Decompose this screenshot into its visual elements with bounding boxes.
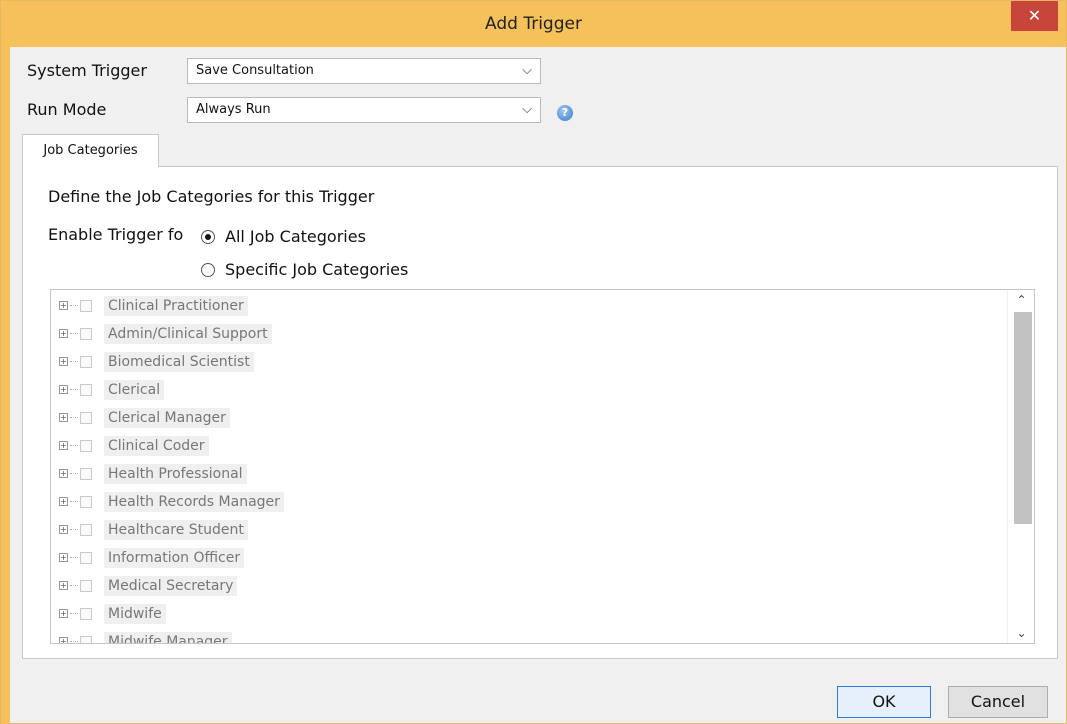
scroll-thumb[interactable] — [1014, 312, 1032, 524]
plus-expander-icon[interactable]: + — [59, 301, 68, 310]
radio-specific-label: Specific Job Categories — [225, 260, 409, 279]
add-trigger-dialog: Add Trigger ✕ System Trigger Save Consul… — [0, 0, 1067, 724]
tree-connector — [70, 557, 78, 558]
scroll-up-icon[interactable]: ⌃ — [1008, 290, 1034, 310]
tree-item-checkbox[interactable] — [80, 635, 92, 643]
tree-item-label: Clinical Coder — [104, 435, 209, 456]
tree-item-label: Medical Secretary — [104, 575, 238, 596]
tree-item[interactable]: + Biomedical Scientist — [51, 348, 254, 375]
radio-button[interactable] — [201, 229, 215, 244]
job-categories-panel: Define the Job Categories for this Trigg… — [22, 166, 1058, 659]
tree-connector — [70, 445, 78, 446]
tree-item-checkbox[interactable] — [80, 523, 92, 536]
tab-job-categories[interactable]: Job Categories — [22, 134, 159, 167]
close-button[interactable]: ✕ — [1011, 1, 1058, 31]
tree-item-label: Clinical Practitioner — [104, 295, 248, 316]
plus-expander-icon[interactable]: + — [59, 329, 68, 338]
enable-trigger-label: Enable Trigger fo — [48, 225, 184, 244]
tree-connector — [70, 501, 78, 502]
tree-connector — [70, 333, 78, 334]
tree-item[interactable]: + Health Professional — [51, 460, 247, 487]
tree-item-checkbox[interactable] — [80, 439, 92, 452]
system-trigger-value: Save Consultation — [196, 63, 314, 78]
plus-expander-icon[interactable]: + — [59, 553, 68, 562]
tree-connector — [70, 641, 78, 642]
tree-item-checkbox[interactable] — [80, 467, 92, 480]
tree-connector — [70, 389, 78, 390]
tree-item[interactable]: + Clerical — [51, 376, 165, 403]
tree-item[interactable]: + Healthcare Student — [51, 516, 248, 543]
tree-item-label: Information Officer — [104, 547, 245, 568]
tree-item[interactable]: + Information Officer — [51, 544, 245, 571]
tree-item-label: Biomedical Scientist — [104, 351, 254, 372]
chevron-down-icon: ⌵ — [522, 63, 532, 78]
plus-expander-icon[interactable]: + — [59, 609, 68, 618]
tree-item[interactable]: + Medical Secretary — [51, 572, 238, 599]
tree-connector — [70, 417, 78, 418]
run-mode-label: Run Mode — [27, 100, 107, 119]
tree-item-checkbox[interactable] — [80, 383, 92, 396]
tree-item-label: Midwife — [104, 603, 166, 624]
tree-item[interactable]: + Clinical Coder — [51, 432, 209, 459]
tree-item[interactable]: + Midwife — [51, 600, 166, 627]
tree-item-label: Health Records Manager — [104, 491, 284, 512]
ok-button[interactable]: OK — [837, 686, 931, 718]
plus-expander-icon[interactable]: + — [59, 469, 68, 478]
tree-connector — [70, 361, 78, 362]
tree-item[interactable]: + Health Records Manager — [51, 488, 284, 515]
tree-connector — [70, 305, 78, 306]
plus-expander-icon[interactable]: + — [59, 581, 68, 590]
system-trigger-label: System Trigger — [27, 61, 147, 80]
vertical-scrollbar[interactable]: ⌃ ⌄ — [1007, 290, 1034, 643]
plus-expander-icon[interactable]: + — [59, 385, 68, 394]
radio-all-label: All Job Categories — [225, 227, 366, 246]
tree-item[interactable]: + Clerical Manager — [51, 404, 230, 431]
tree-item-checkbox[interactable] — [80, 355, 92, 368]
run-mode-value: Always Run — [196, 102, 271, 117]
radio-button[interactable] — [201, 262, 215, 277]
tree-item[interactable]: + Admin/Clinical Support — [51, 320, 272, 347]
close-icon: ✕ — [1027, 6, 1042, 25]
tree-connector — [70, 585, 78, 586]
tree-item-checkbox[interactable] — [80, 327, 92, 340]
tree-item-checkbox[interactable] — [80, 551, 92, 564]
tree-item-checkbox[interactable] — [80, 299, 92, 312]
tree-connector — [70, 613, 78, 614]
tree-item-checkbox[interactable] — [80, 579, 92, 592]
tree-connector — [70, 529, 78, 530]
help-icon[interactable]: ? — [557, 105, 573, 121]
plus-expander-icon[interactable]: + — [59, 413, 68, 422]
scroll-down-icon[interactable]: ⌄ — [1008, 623, 1034, 643]
tree-item[interactable]: + Midwife Manager — [51, 628, 232, 643]
system-trigger-select[interactable]: Save Consultation ⌵ — [187, 58, 541, 84]
job-category-tree[interactable]: + Clinical Practitioner + Admin/Clinical Su… — [50, 289, 1035, 644]
panel-heading: Define the Job Categories for this Trigg… — [48, 187, 375, 206]
tree-item[interactable]: + Clinical Practitioner — [51, 292, 248, 319]
plus-expander-icon[interactable]: + — [59, 441, 68, 450]
plus-expander-icon[interactable]: + — [59, 525, 68, 534]
run-mode-select[interactable]: Always Run ⌵ — [187, 97, 541, 123]
cancel-button[interactable]: Cancel — [948, 686, 1048, 718]
plus-expander-icon[interactable]: + — [59, 637, 68, 643]
tree-item-label: Clerical — [104, 379, 165, 400]
title-bar[interactable]: Add Trigger ✕ — [1, 1, 1066, 47]
radio-specific-job-categories[interactable]: Specific Job Categories — [201, 260, 408, 279]
window-frame-left — [1, 47, 10, 724]
tree-item-checkbox[interactable] — [80, 607, 92, 620]
tree-item-label: Admin/Clinical Support — [104, 323, 272, 344]
tree-connector — [70, 473, 78, 474]
plus-expander-icon[interactable]: + — [59, 497, 68, 506]
tree-item-label: Health Professional — [104, 463, 247, 484]
dialog-title: Add Trigger — [485, 14, 582, 34]
tree-item-checkbox[interactable] — [80, 495, 92, 508]
radio-all-job-categories[interactable]: All Job Categories — [201, 227, 366, 246]
tree-item-label: Midwife Manager — [104, 631, 232, 643]
chevron-down-icon: ⌵ — [522, 102, 532, 117]
tree-item-label: Healthcare Student — [104, 519, 248, 540]
plus-expander-icon[interactable]: + — [59, 357, 68, 366]
tree-item-label: Clerical Manager — [104, 407, 230, 428]
tree-item-checkbox[interactable] — [80, 411, 92, 424]
